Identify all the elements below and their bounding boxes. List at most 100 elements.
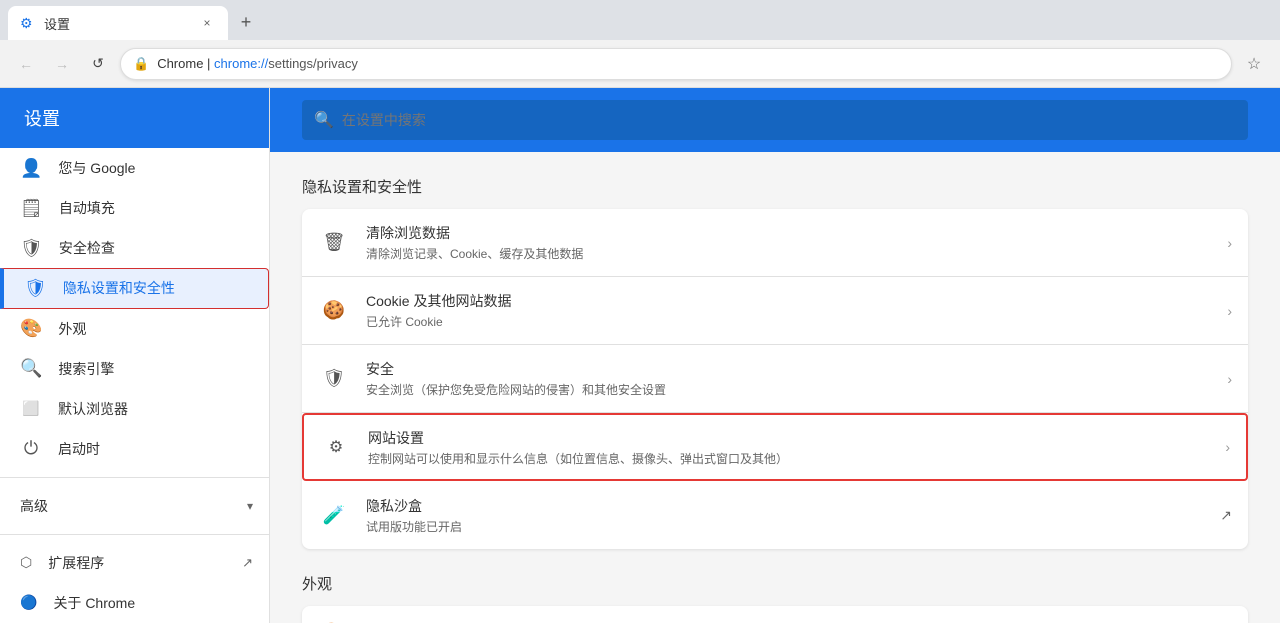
sidebar-divider [0,477,269,478]
browser-frame: ⚙ 设置 × + ← → ↺ 🔒 Chrome | chrome://setti… [0,0,1280,623]
card-clear-browsing-chevron-icon: › [1227,235,1232,251]
card-site-settings-title: 网站设置 [368,428,1209,448]
card-site-settings-subtitle: 控制网站可以使用和显示什么信息（如位置信息、摄像头、弹出式窗口及其他） [368,450,1209,467]
card-privacy-sandbox[interactable]: 🧪 隐私沙盒 试用版功能已开启 ↗ [302,481,1248,549]
appearance-card-list: 🎨 主题背景 › [302,606,1248,623]
card-security-text: 安全 安全浏览（保护您免受危险网站的侵害）和其他安全设置 [366,359,1211,398]
sidebar-item-google[interactable]: 👤 您与 Google [0,148,269,188]
card-clear-browsing[interactable]: 🗑 清除浏览数据 清除浏览记录、Cookie、缓存及其他数据 › [302,209,1248,277]
card-themes[interactable]: 🎨 主题背景 › [302,606,1248,623]
extensions-icon: ⬡ [20,554,32,571]
active-tab[interactable]: ⚙ 设置 × [8,6,228,40]
card-privacy-sandbox-title: 隐私沙盒 [366,496,1204,516]
tab-favicon-icon: ⚙ [20,15,36,31]
appearance-icon: 🎨 [20,318,42,339]
back-button[interactable]: ← [12,50,40,78]
sidebar-item-safety[interactable]: 🛡 安全检查 [0,228,269,268]
card-privacy-sandbox-text: 隐私沙盒 试用版功能已开启 [366,496,1204,535]
about-icon: 🔵 [20,594,37,611]
sidebar-item-autofill-label: 自动填充 [59,198,115,218]
about-label: 关于 Chrome [53,593,135,613]
address-bar[interactable]: 🔒 Chrome | chrome://settings/privacy [120,48,1232,80]
sidebar-item-google-label: 您与 Google [58,158,135,178]
card-cookies[interactable]: 🍪 Cookie 及其他网站数据 已允许 Cookie › [302,277,1248,345]
title-bar: ⚙ 设置 × + [0,0,1280,40]
search-icon: 🔍 [314,110,334,130]
site-settings-icon: ⚙ [320,437,352,457]
new-tab-button[interactable]: + [232,8,260,36]
reload-button[interactable]: ↺ [84,50,112,78]
card-cookies-subtitle: 已允许 Cookie [366,313,1211,330]
card-cookies-chevron-icon: › [1227,303,1232,319]
sidebar-item-default-browser[interactable]: ⬜ 默认浏览器 [0,389,269,429]
privacy-section: 隐私设置和安全性 🗑 清除浏览数据 清除浏览记录、Cookie、缓存及其他数据 … [302,176,1248,549]
sidebar-item-privacy-label: 隐私设置和安全性 [63,278,175,298]
card-security[interactable]: 🛡 安全 安全浏览（保护您免受危险网站的侵害）和其他安全设置 › [302,345,1248,413]
sidebar-item-browser-label: 默认浏览器 [58,399,128,419]
main-content: 设置 👤 您与 Google 🗒 自动填充 🛡 安全检查 🛡 隐私设置和安全性 … [0,88,1280,623]
sidebar-item-search-label: 搜索引擎 [58,359,114,379]
address-bar-row: ← → ↺ 🔒 Chrome | chrome://settings/priva… [0,40,1280,88]
settings-topbar: 🔍 [270,88,1280,152]
advanced-label: 高级 [20,496,231,516]
lock-icon: 🔒 [133,56,149,72]
tab-title-label: 设置 [44,14,190,33]
sidebar-item-safety-label: 安全检查 [59,238,115,258]
card-privacy-sandbox-subtitle: 试用版功能已开启 [366,518,1204,535]
sidebar-item-appearance-label: 外观 [58,319,86,339]
autofill-icon: 🗒 [20,198,43,219]
card-clear-browsing-subtitle: 清除浏览记录、Cookie、缓存及其他数据 [366,245,1211,262]
address-separator: | [203,56,214,71]
sidebar-header: 设置 [0,88,269,148]
forward-button[interactable]: → [48,50,76,78]
sidebar-item-about[interactable]: 🔵 关于 Chrome [0,583,269,623]
external-link-icon: ↗ [242,555,253,571]
privacy-card-list: 🗑 清除浏览数据 清除浏览记录、Cookie、缓存及其他数据 › 🍪 Cooki… [302,209,1248,549]
address-scheme: chrome:// [214,56,268,71]
appearance-section: 外观 🎨 主题背景 › [302,573,1248,623]
card-site-settings-text: 网站设置 控制网站可以使用和显示什么信息（如位置信息、摄像头、弹出式窗口及其他） [368,428,1209,467]
startup-icon: ⏻ [20,438,42,459]
security-icon: 🛡 [318,368,350,389]
safety-icon: 🛡 [20,238,43,259]
privacy-icon: 🛡 [24,278,47,299]
tab-close-button[interactable]: × [198,14,216,32]
card-site-settings-chevron-icon: › [1225,439,1230,455]
sandbox-icon: 🧪 [318,505,350,526]
person-icon: 👤 [20,158,42,179]
sidebar-item-privacy[interactable]: 🛡 隐私设置和安全性 [0,268,269,308]
address-path: settings/privacy [268,56,358,71]
card-security-chevron-icon: › [1227,371,1232,387]
card-cookies-text: Cookie 及其他网站数据 已允许 Cookie [366,291,1211,330]
trash-icon: 🗑 [318,232,350,253]
sidebar-item-extensions[interactable]: ⬡ 扩展程序 ↗ [0,543,269,583]
sidebar-divider-2 [0,534,269,535]
bookmark-button[interactable]: ☆ [1240,50,1268,78]
card-clear-browsing-text: 清除浏览数据 清除浏览记录、Cookie、缓存及其他数据 [366,223,1211,262]
card-site-settings[interactable]: ⚙ 网站设置 控制网站可以使用和显示什么信息（如位置信息、摄像头、弹出式窗口及其… [302,413,1248,481]
address-text: Chrome | chrome://settings/privacy [157,56,1219,71]
card-privacy-sandbox-external-icon: ↗ [1220,507,1232,524]
section1-title: 隐私设置和安全性 [302,176,1248,197]
browser-icon: ⬜ [20,400,42,417]
search-input[interactable] [342,112,1236,128]
card-security-subtitle: 安全浏览（保护您免受危险网站的侵害）和其他安全设置 [366,381,1211,398]
sidebar-item-startup-label: 启动时 [58,439,100,459]
chevron-down-icon: ▾ [247,499,253,513]
right-panel: 🔍 隐私设置和安全性 🗑 清除浏览数据 清除浏览记录、Cookie、缓存及其他数… [270,88,1280,623]
sidebar-item-startup[interactable]: ⏻ 启动时 [0,429,269,469]
section2-title: 外观 [302,573,1248,594]
search-nav-icon: 🔍 [20,358,42,379]
sidebar-title: 设置 [24,105,60,131]
search-box[interactable]: 🔍 [302,100,1248,140]
site-name: Chrome [157,56,203,71]
card-cookies-title: Cookie 及其他网站数据 [366,291,1211,311]
sidebar-item-search[interactable]: 🔍 搜索引擎 [0,349,269,389]
extensions-label: 扩展程序 [48,553,226,573]
card-clear-browsing-title: 清除浏览数据 [366,223,1211,243]
sidebar-item-appearance[interactable]: 🎨 外观 [0,309,269,349]
sidebar-item-advanced[interactable]: 高级 ▾ [0,486,269,526]
cookie-icon: 🍪 [318,300,350,321]
sidebar-item-autofill[interactable]: 🗒 自动填充 [0,188,269,228]
sidebar: 设置 👤 您与 Google 🗒 自动填充 🛡 安全检查 🛡 隐私设置和安全性 … [0,88,270,623]
